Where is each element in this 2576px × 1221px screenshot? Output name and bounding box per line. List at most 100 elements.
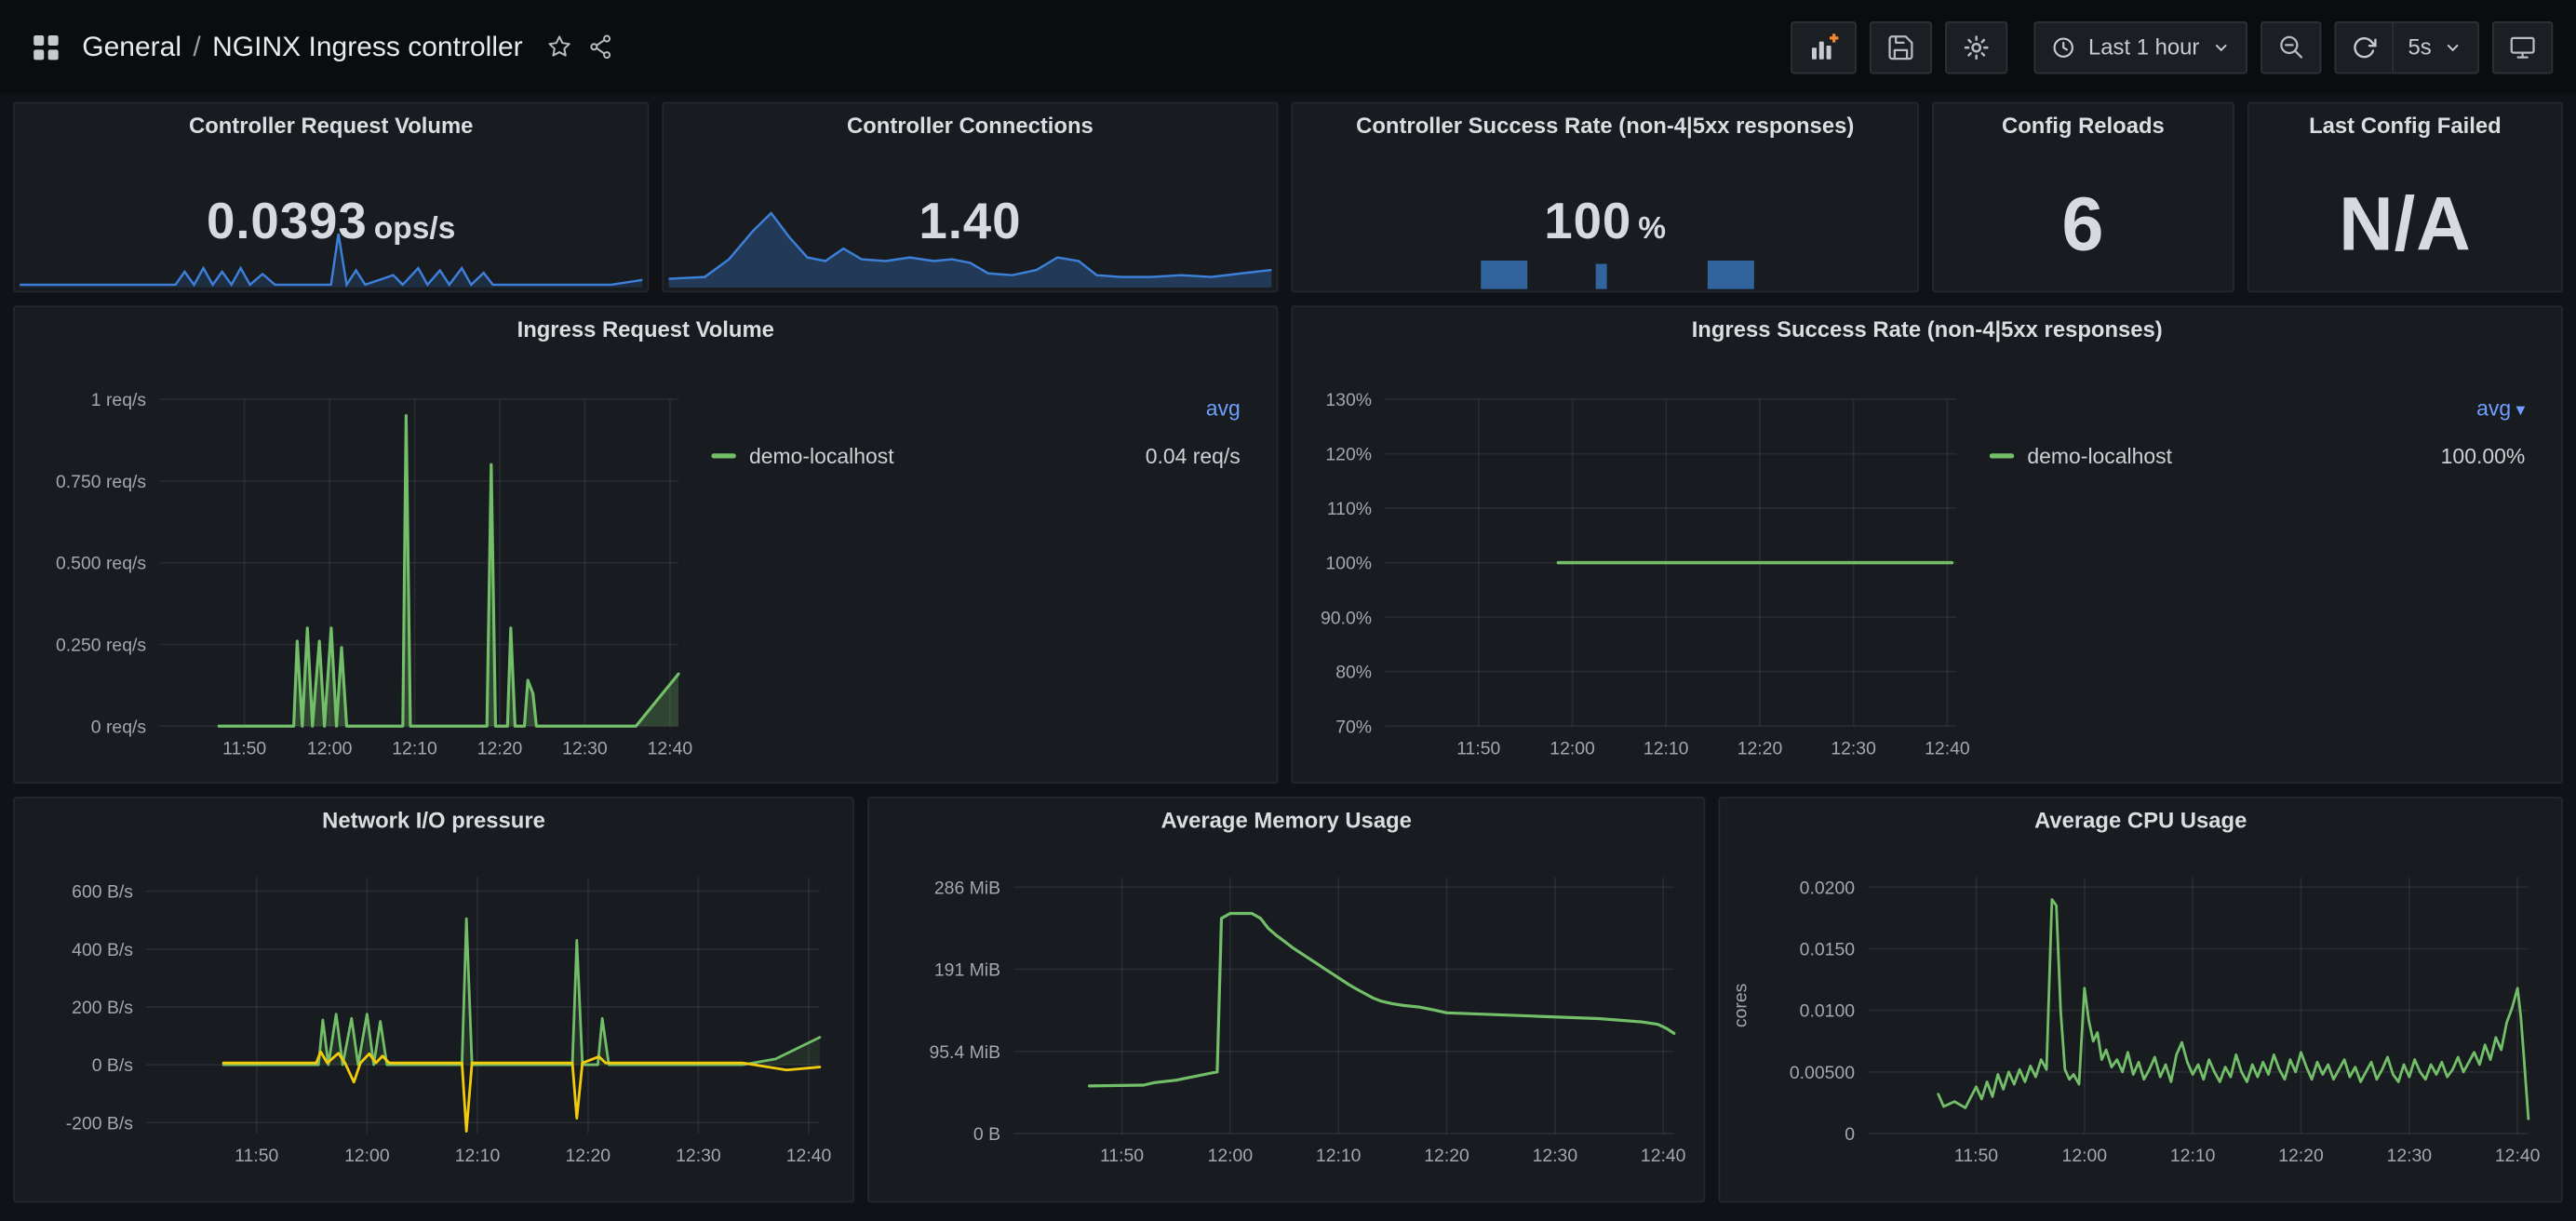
panel-title[interactable]: Average CPU Usage bbox=[1720, 809, 2561, 833]
panel-ingress-request-volume: Ingress Request Volume 11:50 12:00 12:10 12… bbox=[13, 305, 1278, 784]
svg-text:12:20: 12:20 bbox=[2278, 1146, 2324, 1166]
stat-value: 100% bbox=[1293, 193, 1917, 252]
refresh-icon bbox=[2351, 34, 2377, 60]
zoom-out-icon bbox=[2276, 33, 2304, 60]
svg-text:12:00: 12:00 bbox=[1208, 1146, 1254, 1166]
svg-text:0.0200: 0.0200 bbox=[1800, 878, 1856, 898]
share-dashboard-button[interactable] bbox=[580, 26, 621, 67]
panel-last-config-failed: Last Config Failed N/A bbox=[2247, 101, 2563, 292]
series-value: 0.04 req/s bbox=[1146, 443, 1241, 467]
timeseries-chart[interactable]: 11:5012:0012:1012:2012:3012:40-200 B/s0 … bbox=[15, 798, 854, 1202]
timeseries-chart[interactable]: 11:5012:0012:1012:2012:3012:4000.005000.… bbox=[1720, 798, 2563, 1202]
svg-text:11:50: 11:50 bbox=[1456, 738, 1500, 758]
svg-text:0.0150: 0.0150 bbox=[1800, 940, 1856, 960]
panel-title[interactable]: Average Memory Usage bbox=[869, 809, 1704, 833]
stat-value: 0.0393ops/s bbox=[15, 193, 648, 252]
time-range-picker[interactable]: Last 1 hour bbox=[2034, 20, 2247, 73]
stat-number: 0.0393 bbox=[207, 193, 368, 250]
time-range-label: Last 1 hour bbox=[2088, 34, 2199, 59]
timeseries-chart[interactable]: 11:5012:0012:1012:2012:3012:400 req/s0.2… bbox=[15, 307, 1279, 784]
panel-title[interactable]: Controller Request Volume bbox=[15, 114, 648, 138]
timeseries-chart[interactable]: 11:5012:0012:1012:2012:3012:400 B95.4 Mi… bbox=[869, 798, 1706, 1202]
svg-text:12:00: 12:00 bbox=[344, 1146, 390, 1166]
panel-title[interactable]: Controller Connections bbox=[664, 114, 1276, 138]
timeseries-chart[interactable]: 11:5012:0012:1012:2012:3012:4070%80%90.0… bbox=[1293, 307, 2563, 784]
refresh-interval-label: 5s bbox=[2408, 34, 2431, 59]
svg-text:0 req/s: 0 req/s bbox=[91, 717, 146, 737]
breadcrumb-folder[interactable]: General bbox=[82, 31, 181, 63]
legend-calc-header[interactable]: avg bbox=[711, 393, 1240, 425]
panel-title[interactable]: Network I/O pressure bbox=[15, 809, 852, 833]
star-dashboard-button[interactable] bbox=[539, 26, 580, 67]
stat-number: 1.40 bbox=[919, 193, 1021, 250]
stat-value: 1.40 bbox=[664, 193, 1276, 252]
svg-text:11:50: 11:50 bbox=[222, 738, 266, 758]
svg-text:12:20: 12:20 bbox=[566, 1146, 611, 1166]
panel-title[interactable]: Ingress Request Volume bbox=[15, 317, 1277, 342]
panel-average-memory-usage: Average Memory Usage 11:5012:0012:1012:2… bbox=[867, 797, 1705, 1202]
svg-text:cores: cores bbox=[1731, 984, 1751, 1027]
svg-text:12:00: 12:00 bbox=[307, 738, 353, 758]
clock-icon bbox=[2050, 34, 2076, 60]
svg-text:11:50: 11:50 bbox=[1954, 1146, 1998, 1166]
panel-config-reloads: Config Reloads 6 bbox=[1932, 101, 2234, 292]
svg-text:12:30: 12:30 bbox=[562, 738, 608, 758]
svg-text:600 B/s: 600 B/s bbox=[72, 882, 133, 903]
dashboards-menu-button[interactable] bbox=[23, 24, 69, 70]
legend-series-row[interactable]: demo-localhost 0.04 req/s bbox=[711, 438, 1240, 471]
panel-network-io-pressure: Network I/O pressure 11:50 12:00 12:10 12:2… bbox=[13, 797, 854, 1202]
navbar: General / NGINX Ingress controller bbox=[0, 0, 2576, 94]
panel-controller-success-rate: Controller Success Rate (non-4|5xx respo… bbox=[1292, 101, 1919, 292]
svg-text:70%: 70% bbox=[1335, 717, 1372, 737]
svg-text:0.0100: 0.0100 bbox=[1800, 1001, 1856, 1022]
chevron-down-icon bbox=[2211, 37, 2231, 57]
stat-number: 100 bbox=[1544, 193, 1631, 250]
panel-title[interactable]: Ingress Success Rate (non-4|5xx response… bbox=[1293, 317, 2561, 342]
add-panel-button[interactable] bbox=[1791, 20, 1858, 73]
refresh-button[interactable] bbox=[2334, 20, 2392, 73]
dashboard-settings-button[interactable] bbox=[1945, 20, 2007, 73]
svg-text:400 B/s: 400 B/s bbox=[72, 940, 133, 960]
svg-text:191 MiB: 191 MiB bbox=[934, 960, 1000, 981]
svg-text:80%: 80% bbox=[1335, 663, 1372, 683]
svg-text:95.4 MiB: 95.4 MiB bbox=[929, 1042, 1000, 1063]
refresh-interval-button[interactable]: 5s bbox=[2392, 20, 2479, 73]
zoom-out-time-button[interactable] bbox=[2261, 20, 2321, 73]
svg-text:12:10: 12:10 bbox=[455, 1146, 501, 1166]
svg-text:0 B/s: 0 B/s bbox=[92, 1055, 133, 1076]
panel-title[interactable]: Controller Success Rate (non-4|5xx respo… bbox=[1293, 114, 1917, 138]
series-name: demo-localhost bbox=[2027, 443, 2172, 467]
save-dashboard-button[interactable] bbox=[1870, 20, 1932, 73]
panel-controller-connections: Controller Connections 1.40 bbox=[662, 101, 1278, 292]
kiosk-mode-button[interactable] bbox=[2492, 20, 2553, 73]
svg-text:12:00: 12:00 bbox=[2062, 1146, 2108, 1166]
refresh-picker: 5s bbox=[2334, 20, 2479, 73]
breadcrumb-dashboard-title[interactable]: NGINX Ingress controller bbox=[212, 31, 523, 63]
series-name: demo-localhost bbox=[749, 443, 894, 467]
svg-text:12:20: 12:20 bbox=[477, 738, 523, 758]
chevron-down-icon: ▾ bbox=[2511, 401, 2525, 421]
svg-text:100%: 100% bbox=[1325, 554, 1372, 574]
svg-text:12:10: 12:10 bbox=[1644, 738, 1689, 758]
legend-series-row[interactable]: demo-localhost100.00% bbox=[1990, 438, 2525, 471]
stat-number: N/A bbox=[2339, 181, 2472, 266]
svg-text:90.0%: 90.0% bbox=[1321, 608, 1372, 628]
panel-title[interactable]: Config Reloads bbox=[1934, 114, 2233, 138]
svg-text:0.00500: 0.00500 bbox=[1790, 1063, 1855, 1083]
breadcrumb: General / NGINX Ingress controller bbox=[82, 31, 522, 63]
share-icon bbox=[587, 33, 615, 60]
svg-text:12:30: 12:30 bbox=[2387, 1146, 2433, 1166]
svg-text:12:40: 12:40 bbox=[786, 1146, 832, 1166]
panel-title[interactable]: Last Config Failed bbox=[2249, 114, 2561, 138]
svg-text:12:10: 12:10 bbox=[392, 738, 437, 758]
legend-calc-header[interactable]: avg ▾ bbox=[1990, 393, 2525, 425]
chevron-down-icon bbox=[2443, 37, 2462, 57]
svg-text:12:40: 12:40 bbox=[2495, 1146, 2541, 1166]
svg-text:11:50: 11:50 bbox=[235, 1146, 278, 1166]
stat-value: 6 bbox=[1934, 179, 2233, 267]
add-panel-icon bbox=[1807, 31, 1840, 63]
svg-text:130%: 130% bbox=[1325, 390, 1372, 410]
svg-text:0.500 req/s: 0.500 req/s bbox=[56, 554, 146, 574]
stat-unit: ops/s bbox=[374, 212, 456, 247]
svg-text:12:20: 12:20 bbox=[1737, 738, 1783, 758]
